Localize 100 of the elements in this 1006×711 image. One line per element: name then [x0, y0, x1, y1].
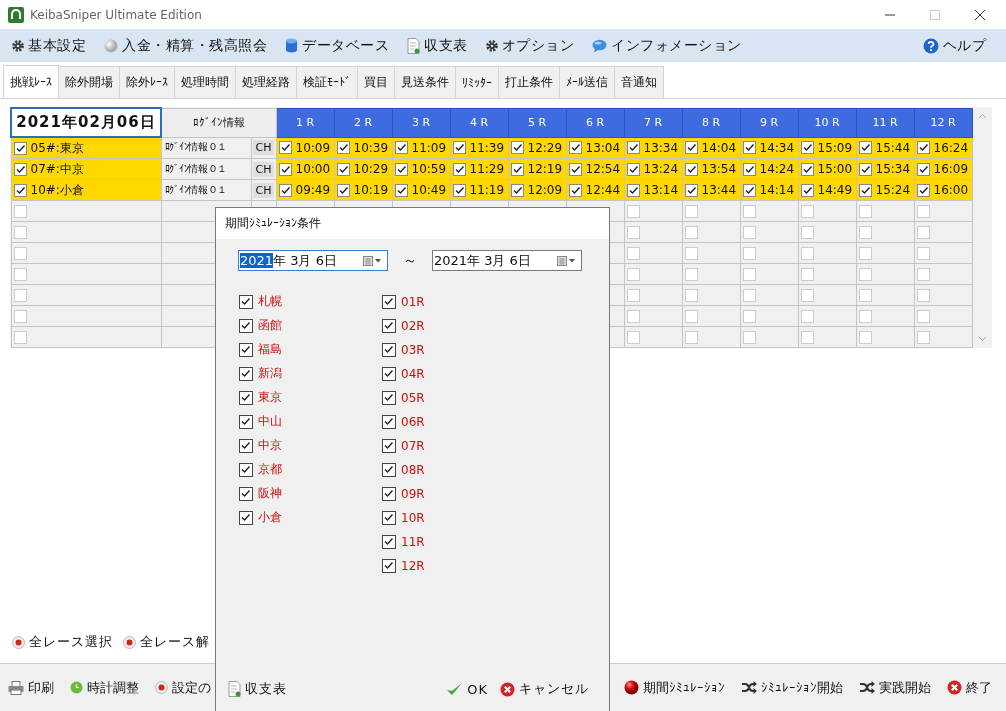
menu-item[interactable]: オプション	[485, 36, 574, 55]
tab[interactable]: 挑戦ﾚｰｽ	[3, 65, 59, 98]
checkbox[interactable]	[278, 141, 292, 155]
tab[interactable]: 除外ﾚｰｽ	[119, 66, 175, 98]
checkbox[interactable]	[858, 141, 872, 155]
checkbox[interactable]	[684, 141, 698, 155]
checkbox[interactable]	[336, 141, 350, 155]
ch-button[interactable]: CH	[252, 182, 275, 198]
checkbox[interactable]	[382, 294, 396, 309]
tab[interactable]: 処理時間	[174, 66, 236, 98]
menu-item[interactable]: 収支表	[407, 36, 468, 55]
checkbox[interactable]	[13, 141, 27, 155]
checkbox[interactable]	[239, 486, 253, 501]
checkbox[interactable]	[510, 183, 524, 197]
checkbox[interactable]	[916, 141, 930, 155]
checkbox[interactable]	[382, 534, 396, 549]
checkbox[interactable]	[336, 183, 350, 197]
tab[interactable]: 除外開場	[58, 66, 120, 98]
checkbox-label: 03R	[401, 342, 425, 357]
menu-item[interactable]: 入金・精算・残高照会	[104, 36, 267, 55]
checkbox[interactable]	[742, 183, 756, 197]
checkbox[interactable]	[510, 141, 524, 155]
checkbox[interactable]	[239, 294, 253, 309]
checkbox[interactable]	[626, 183, 640, 197]
date-field[interactable]: 2021年02月06日	[11, 108, 161, 137]
checkbox[interactable]	[239, 318, 253, 333]
checkbox[interactable]	[239, 390, 253, 405]
report-button[interactable]: 収支表	[228, 680, 287, 698]
checkbox[interactable]	[568, 183, 582, 197]
checkbox[interactable]	[800, 162, 814, 176]
tab[interactable]: 処理経路	[235, 66, 297, 98]
checkbox[interactable]	[239, 438, 253, 453]
checkbox[interactable]	[382, 342, 396, 357]
checkbox[interactable]	[916, 162, 930, 176]
checkbox[interactable]	[382, 390, 396, 405]
ok-button[interactable]: OK	[446, 681, 488, 697]
checkbox[interactable]	[382, 462, 396, 477]
checkbox[interactable]	[382, 486, 396, 501]
checkbox[interactable]	[800, 141, 814, 155]
checkbox[interactable]	[684, 162, 698, 176]
tab[interactable]: 買目	[357, 66, 395, 98]
checkbox[interactable]	[394, 162, 408, 176]
checkbox[interactable]	[278, 183, 292, 197]
checkbox[interactable]	[452, 162, 466, 176]
checkbox[interactable]	[858, 162, 872, 176]
toolbar-button[interactable]: 時計調整	[70, 678, 139, 697]
checkbox[interactable]	[742, 141, 756, 155]
tab[interactable]: 見送条件	[394, 66, 456, 98]
cancel-button[interactable]: キャンセル	[500, 680, 589, 698]
checkbox[interactable]	[394, 183, 408, 197]
login-info-header[interactable]: ﾛｸﾞｲﾝ情報	[161, 108, 276, 137]
checkbox[interactable]	[278, 162, 292, 176]
checkbox[interactable]	[568, 141, 582, 155]
checkbox[interactable]	[239, 414, 253, 429]
checkbox[interactable]	[239, 366, 253, 381]
checkbox[interactable]	[382, 414, 396, 429]
tab[interactable]: ﾘﾐｯﾀｰ	[455, 66, 499, 98]
help-menu-item[interactable]: ヘルプ	[922, 36, 986, 55]
ch-button[interactable]: CH	[252, 161, 275, 177]
checkbox[interactable]	[13, 183, 27, 197]
toolbar-button[interactable]: 終了	[947, 678, 992, 697]
checkbox[interactable]	[382, 366, 396, 381]
date-picker[interactable]: 2021年 3月 6日	[432, 250, 582, 271]
checkbox[interactable]	[239, 342, 253, 357]
toolbar-button[interactable]: ｼﾐｭﾚｰｼｮﾝ開始	[741, 678, 843, 697]
checkbox[interactable]	[382, 558, 396, 573]
tab[interactable]: ﾒｰﾙ送信	[559, 66, 615, 98]
menu-item[interactable]: 基本設定	[12, 36, 86, 55]
menu-item[interactable]: データベース	[285, 36, 389, 55]
checkbox[interactable]	[452, 183, 466, 197]
checkbox[interactable]	[684, 183, 698, 197]
race-header: 1 R	[276, 108, 334, 137]
select-button[interactable]: 全レース解	[123, 633, 210, 651]
checkbox[interactable]	[800, 183, 814, 197]
checkbox[interactable]	[742, 162, 756, 176]
tab[interactable]: 検証ﾓｰﾄﾞ	[296, 66, 358, 98]
tab[interactable]: 打止条件	[498, 66, 560, 98]
checkbox[interactable]	[626, 162, 640, 176]
checkbox[interactable]	[858, 183, 872, 197]
toolbar-button[interactable]: 印刷	[8, 678, 54, 697]
select-button[interactable]: 全レース選択	[12, 633, 113, 651]
checkbox[interactable]	[510, 162, 524, 176]
checkbox[interactable]	[382, 510, 396, 525]
ch-button[interactable]: CH	[252, 140, 275, 156]
toolbar-button[interactable]: 設定の	[155, 678, 211, 697]
checkbox[interactable]	[916, 183, 930, 197]
checkbox[interactable]	[382, 318, 396, 333]
checkbox[interactable]	[452, 141, 466, 155]
checkbox[interactable]	[336, 162, 350, 176]
toolbar-button[interactable]: 期間ｼﾐｭﾚｰｼｮﾝ	[624, 678, 725, 697]
checkbox[interactable]	[239, 462, 253, 477]
checkbox[interactable]	[568, 162, 582, 176]
checkbox[interactable]	[626, 141, 640, 155]
checkbox[interactable]	[382, 438, 396, 453]
checkbox[interactable]	[13, 162, 27, 176]
menu-item[interactable]: インフォメーション	[592, 36, 742, 55]
checkbox[interactable]	[239, 510, 253, 525]
toolbar-button[interactable]: 実践開始	[859, 678, 931, 697]
checkbox[interactable]	[394, 141, 408, 155]
tab[interactable]: 音通知	[614, 66, 664, 98]
